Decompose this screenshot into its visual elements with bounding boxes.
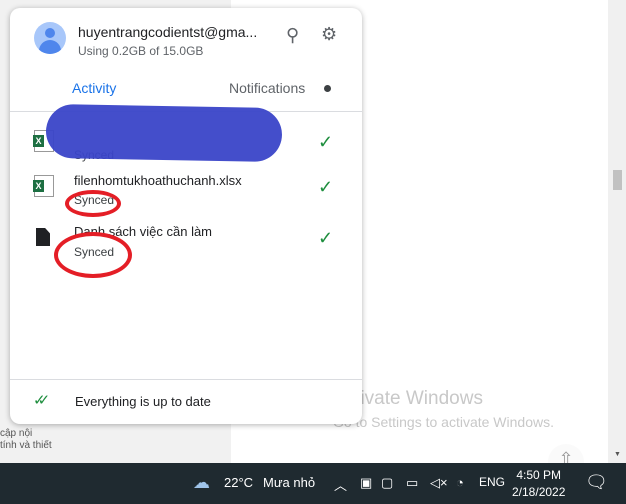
sync-status: Everything is up to date xyxy=(75,394,211,409)
scroll-down-arrow[interactable]: ▼ xyxy=(614,451,621,458)
file-name: filenhomtukhoathuchanh.xlsx xyxy=(74,173,242,188)
storage-usage: Using 0.2GB of 15.0GB xyxy=(78,44,204,58)
check-icon: ✓ xyxy=(318,228,334,248)
background-text: cập nội tính và thiết xyxy=(0,428,52,452)
tab-activity[interactable]: Activity xyxy=(72,80,116,96)
check-icon: ✓ xyxy=(318,177,334,197)
taskbar: ☁ 22°C Mưa nhỏ ︿ ▣ ▢ ▭ ◁× ◔ ENG 4:50 PM … xyxy=(0,463,626,504)
search-icon[interactable]: ⚲ xyxy=(286,25,299,46)
tab-notifications[interactable]: Notifications xyxy=(229,80,305,96)
battery-icon[interactable]: ▭ xyxy=(406,475,418,491)
clock-time: 4:50 PM xyxy=(516,468,562,482)
wifi-icon[interactable]: ◔ xyxy=(456,475,464,490)
gear-icon[interactable]: ⚙ xyxy=(321,24,337,45)
weather-description[interactable]: Mưa nhỏ xyxy=(263,475,315,490)
chevron-up-icon[interactable]: ︿ xyxy=(334,475,347,494)
background-text-line: tính và thiết xyxy=(0,440,52,451)
file-row[interactable]: filenhomtukhoathuchanh.xlsx Synced ✓ xyxy=(10,173,362,223)
watermark-subtitle: Go to Settings to activate Windows. xyxy=(333,414,554,430)
language-indicator[interactable]: ENG xyxy=(479,475,505,489)
camera-icon[interactable]: ▣ xyxy=(360,475,372,491)
clock[interactable]: 4:50 PM 2/18/2022 xyxy=(512,467,565,501)
document-file-icon xyxy=(36,228,50,246)
redaction-scribble xyxy=(45,103,283,163)
clock-date: 2/18/2022 xyxy=(512,485,566,499)
watermark-title: Activate Windows xyxy=(333,388,483,409)
activate-windows-watermark: Activate Windows Go to Settings to activ… xyxy=(333,388,554,430)
notification-center-icon[interactable]: 🗨 xyxy=(585,472,608,493)
account-email: huyentrangcodientst@gma... xyxy=(78,24,258,40)
scrollbar-thumb[interactable] xyxy=(613,170,622,190)
red-annotation-circle xyxy=(65,190,121,217)
background-text-line: cập nội xyxy=(0,428,33,439)
check-icon: ✓ xyxy=(318,132,334,152)
screen-share-icon[interactable]: ▢ xyxy=(381,475,393,491)
avatar[interactable] xyxy=(34,22,66,54)
temperature[interactable]: 22°C xyxy=(224,475,253,490)
divider xyxy=(10,379,362,380)
scrollbar[interactable] xyxy=(608,0,626,463)
double-check-icon: ✓✓ xyxy=(33,392,50,409)
weather-cloud-icon[interactable]: ☁ xyxy=(193,473,210,493)
notification-dot xyxy=(324,85,331,92)
volume-muted-icon[interactable]: ◁× xyxy=(430,475,448,491)
excel-file-icon xyxy=(33,175,54,197)
drive-sync-popup: huyentrangcodientst@gma... Using 0.2GB o… xyxy=(10,8,362,424)
red-annotation-circle xyxy=(54,232,132,278)
